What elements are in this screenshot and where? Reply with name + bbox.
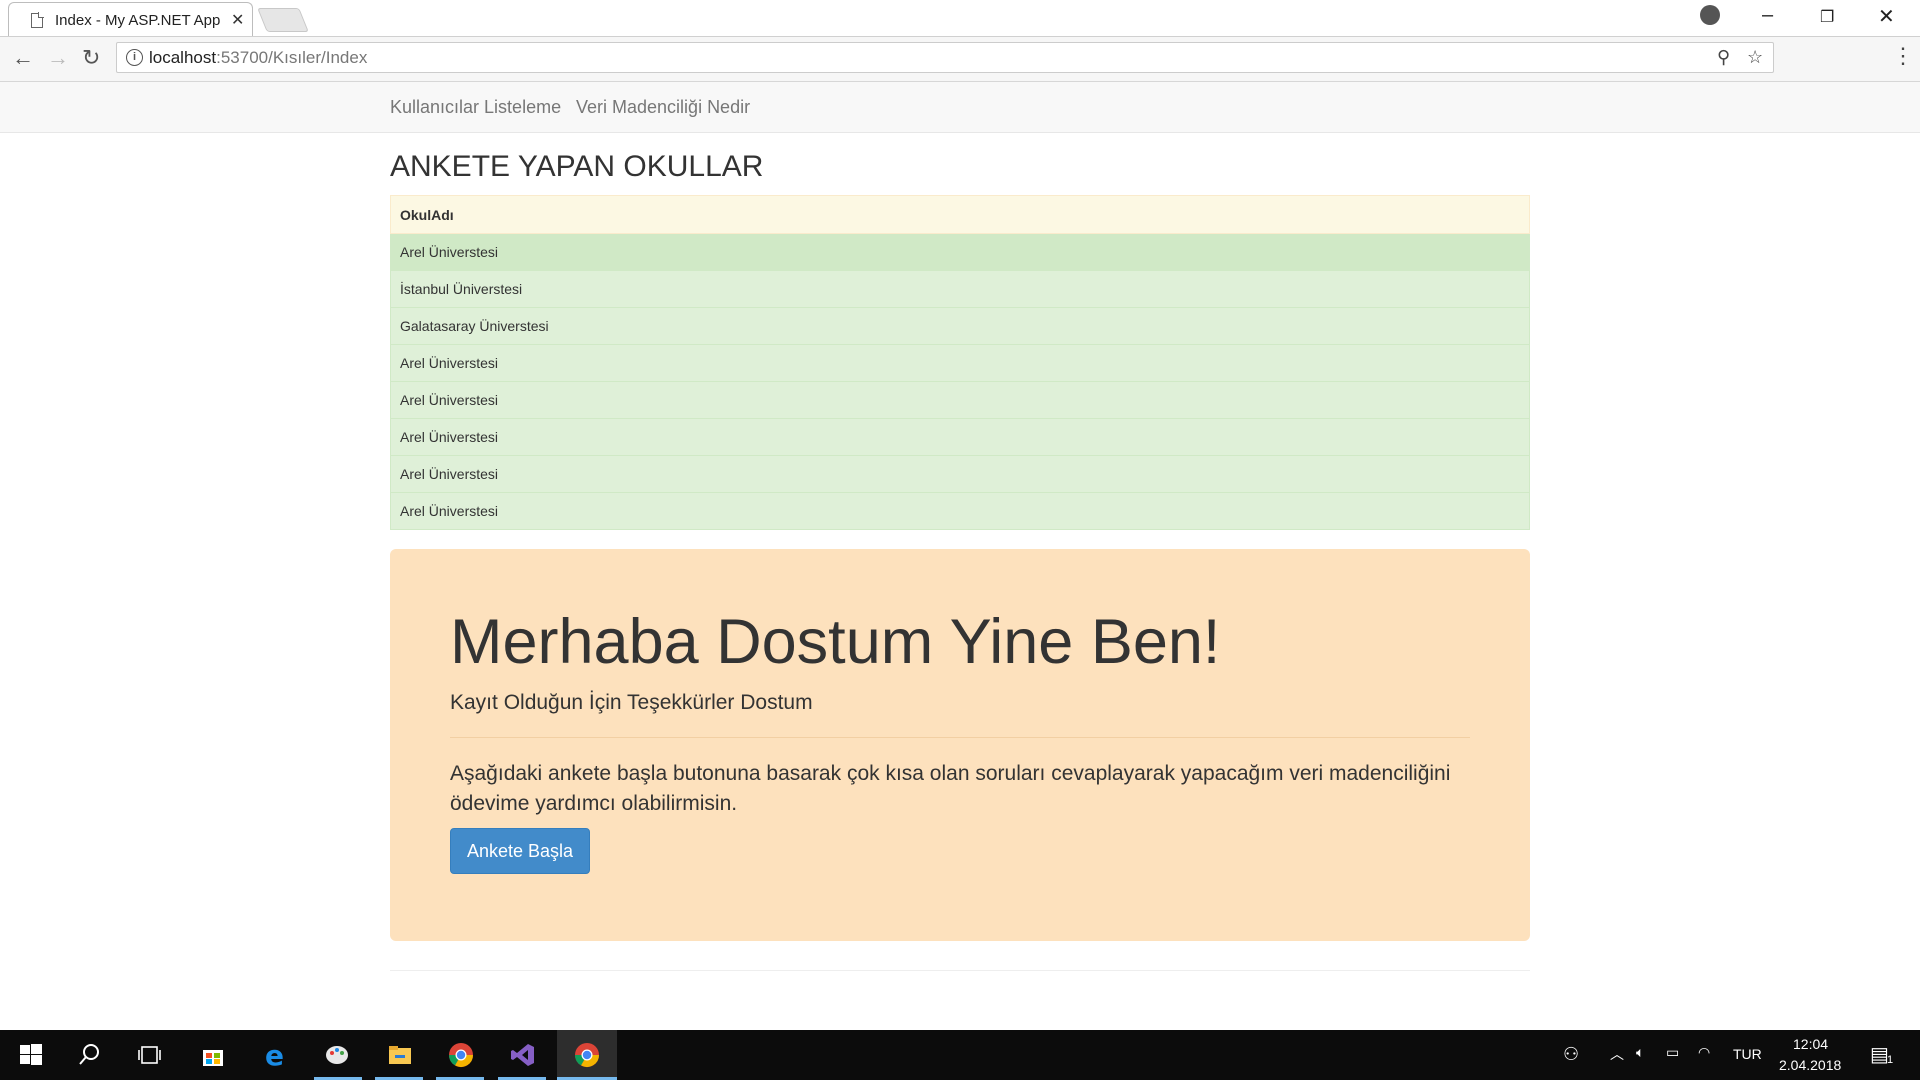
profile-icon[interactable]: [1700, 5, 1720, 25]
clock-date[interactable]: 2.04.2018: [1779, 1057, 1841, 1073]
close-window-icon[interactable]: ✕: [1878, 4, 1895, 29]
battery-icon[interactable]: ▭: [1666, 1044, 1679, 1061]
table-cell: Arel Üniverstesi: [390, 381, 1530, 419]
chrome-icon[interactable]: [448, 1042, 474, 1068]
table-row: Arel Üniverstesi: [390, 492, 1530, 530]
page-icon: [31, 12, 44, 28]
welcome-jumbotron: Merhaba Dostum Yine Ben! Kayıt Olduğun İ…: [390, 549, 1530, 941]
search-icon[interactable]: [76, 1042, 102, 1068]
okul-table: OkulAdı Arel Üniverstesi İstanbul Üniver…: [390, 195, 1530, 530]
footer-divider: [390, 970, 1530, 971]
table-row: Arel Üniverstesi: [390, 233, 1530, 271]
table-cell: Arel Üniverstesi: [390, 344, 1530, 382]
browser-menu-icon[interactable]: ⋮: [1892, 43, 1914, 69]
nav-link-kullanicilar[interactable]: Kullanıcılar Listeleme: [390, 97, 561, 118]
windows-start-icon[interactable]: [18, 1042, 44, 1068]
edge-icon[interactable]: e: [263, 1042, 289, 1068]
address-bar[interactable]: i localhost:53700/Kısıler/Index ⚲ ☆: [116, 42, 1774, 73]
chrome-icon[interactable]: [574, 1042, 600, 1068]
back-icon[interactable]: ←: [12, 45, 34, 71]
url-text[interactable]: localhost:53700/Kısıler/Index: [149, 48, 367, 68]
jumbotron-heading: Merhaba Dostum Yine Ben!: [450, 607, 1221, 677]
table-row: Arel Üniverstesi: [390, 381, 1530, 419]
browser-toolbar: ← → ↻ i localhost:53700/Kısıler/Index ⚲ …: [0, 37, 1920, 82]
file-explorer-icon[interactable]: [387, 1042, 413, 1068]
nav-link-veri-madenciligi[interactable]: Veri Madenciliği Nedir: [576, 97, 750, 118]
page-title: ANKETE YAPAN OKULLAR: [390, 150, 764, 183]
clock-time[interactable]: 12:04: [1793, 1036, 1828, 1052]
start-survey-button[interactable]: Ankete Başla: [450, 828, 590, 874]
chrome-selected-button[interactable]: [557, 1030, 617, 1080]
forward-icon[interactable]: →: [47, 45, 69, 71]
restore-icon[interactable]: ❐: [1820, 7, 1834, 27]
new-tab-button[interactable]: [257, 8, 309, 32]
divider: [450, 737, 1470, 738]
minimize-icon[interactable]: –: [1762, 4, 1773, 27]
svg-text:e: e: [265, 1042, 284, 1068]
task-view-icon[interactable]: [136, 1042, 162, 1068]
windows-taskbar: e ⚇ ︿ 🔈︎ ▭ ◠ TUR 12:04 2.04.2018 ▤ 1: [0, 1030, 1920, 1080]
table-row: İstanbul Üniverstesi: [390, 270, 1530, 308]
volume-icon[interactable]: 🔈︎: [1636, 1044, 1644, 1061]
wifi-icon[interactable]: ◠: [1698, 1044, 1710, 1061]
table-cell: İstanbul Üniverstesi: [390, 270, 1530, 308]
visual-studio-icon[interactable]: [510, 1042, 536, 1068]
people-icon[interactable]: ⚇: [1563, 1044, 1579, 1065]
notification-count: 1: [1887, 1054, 1894, 1066]
bookmark-star-icon[interactable]: ☆: [1747, 47, 1763, 68]
column-header-okuladi: OkulAdı: [390, 195, 1530, 234]
browser-tab[interactable]: Index - My ASP.NET App ✕: [8, 2, 253, 36]
table-header-row: OkulAdı: [390, 195, 1530, 234]
table-row: Arel Üniverstesi: [390, 344, 1530, 382]
jumbotron-subheading: Kayıt Olduğun İçin Teşekkürler Dostum: [450, 691, 813, 714]
table-row: Galatasaray Üniverstesi: [390, 307, 1530, 345]
site-navbar: Kullanıcılar Listeleme Veri Madenciliği …: [0, 82, 1920, 133]
tab-close-icon[interactable]: ✕: [231, 10, 244, 30]
store-icon[interactable]: [200, 1042, 226, 1068]
table-cell: Arel Üniverstesi: [390, 492, 1530, 530]
info-icon[interactable]: i: [126, 49, 143, 66]
table-row: Arel Üniverstesi: [390, 418, 1530, 456]
table-cell: Arel Üniverstesi: [390, 418, 1530, 456]
browser-tabstrip: Index - My ASP.NET App ✕ – ❐ ✕: [0, 0, 1920, 37]
jumbotron-text: Aşağıdaki ankete başla butonuna basarak …: [450, 762, 1451, 815]
paint-icon[interactable]: [324, 1042, 350, 1068]
language-indicator[interactable]: TUR: [1733, 1046, 1762, 1062]
zoom-icon[interactable]: ⚲: [1717, 47, 1730, 68]
tab-title: Index - My ASP.NET App: [55, 12, 221, 29]
table-row: Arel Üniverstesi: [390, 455, 1530, 493]
tray-chevron-icon[interactable]: ︿: [1610, 1044, 1624, 1064]
table-cell: Arel Üniverstesi: [390, 233, 1530, 271]
table-cell: Galatasaray Üniverstesi: [390, 307, 1530, 345]
reload-icon[interactable]: ↻: [82, 45, 100, 71]
table-cell: Arel Üniverstesi: [390, 455, 1530, 493]
